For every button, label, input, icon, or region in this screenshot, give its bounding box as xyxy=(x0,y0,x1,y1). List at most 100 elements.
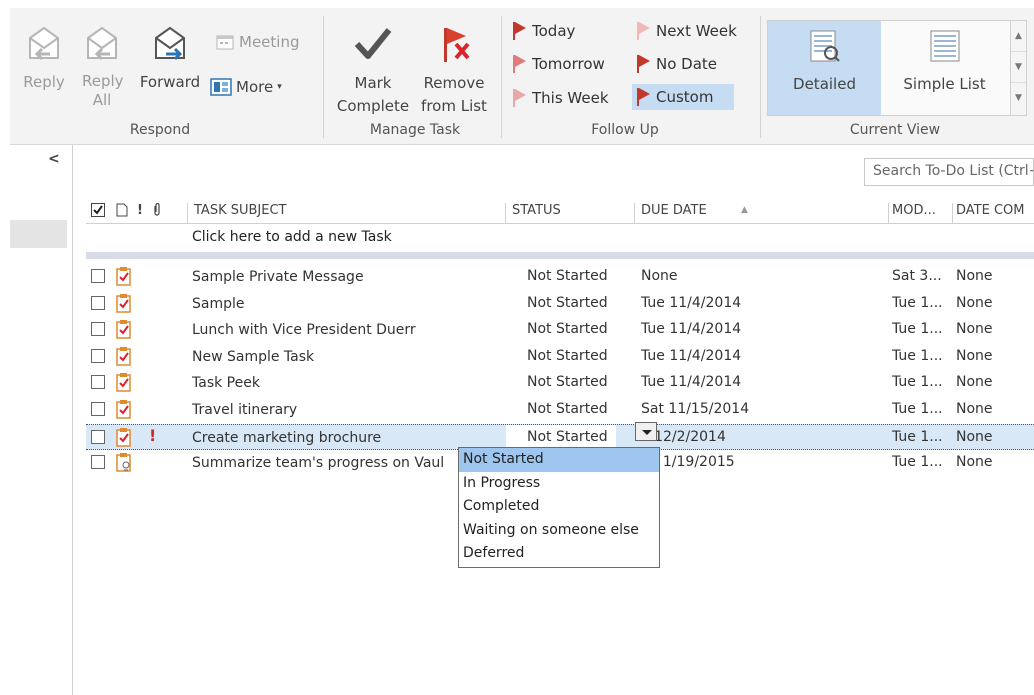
task-due-date: Tue 11/4/2014 xyxy=(641,374,742,391)
follow-up-custom[interactable]: Custom xyxy=(632,84,734,110)
search-input[interactable]: Search To-Do List (Ctrl+E) xyxy=(864,158,1034,186)
task-date-completed: None xyxy=(956,428,993,445)
task-date-completed: None xyxy=(956,454,993,471)
flag-icon xyxy=(512,55,526,73)
column-status[interactable]: STATUS xyxy=(512,203,561,218)
column-task-subject[interactable]: TASK SUBJECT xyxy=(194,203,287,218)
column-modified[interactable]: MOD... xyxy=(892,203,936,218)
column-date-completed[interactable]: DATE COM xyxy=(956,203,1024,218)
task-status[interactable]: Not Started xyxy=(527,401,608,417)
task-due-date: Tue 11/4/2014 xyxy=(641,347,742,364)
task-complete-checkbox[interactable] xyxy=(91,348,105,363)
task-complete-checkbox[interactable] xyxy=(91,429,105,444)
task-row[interactable]: Sample Private Message Not Started None Sat… xyxy=(86,264,1034,290)
follow-up-tomorrow[interactable]: Tomorrow xyxy=(508,51,609,77)
importance-column-icon[interactable]: ! xyxy=(137,203,143,218)
task-due-date: Sat 11/15/2014 xyxy=(641,401,750,417)
task-status[interactable]: Not Started xyxy=(527,348,608,364)
nav-pane-selected-item[interactable] xyxy=(10,220,67,248)
task-modified: Tue 1... xyxy=(892,347,943,364)
task-complete-checkbox[interactable] xyxy=(91,295,105,310)
task-subject: Create marketing brochure xyxy=(192,429,382,446)
view-detailed-label: Detailed xyxy=(793,75,856,93)
complete-column-icon[interactable] xyxy=(91,203,105,221)
simple-list-icon xyxy=(930,30,959,62)
status-edit-field[interactable]: Not Started xyxy=(506,424,616,449)
task-complete-checkbox[interactable] xyxy=(91,322,105,337)
task-modified: Tue 1... xyxy=(892,374,943,391)
task-complete-checkbox[interactable] xyxy=(91,269,105,283)
task-status[interactable]: Not Started xyxy=(527,374,608,390)
task-subject: Travel itinerary xyxy=(192,402,298,418)
flag-icon xyxy=(636,22,650,40)
task-complete-checkbox[interactable] xyxy=(91,402,105,416)
task-row[interactable]: ! Create marketing brochure Not Started e 1… xyxy=(86,423,1034,450)
ribbon: Reply Reply All Forward Meeting More ▾ R… xyxy=(10,8,1034,145)
view-gallery-scroller[interactable]: ▲ ▼ ▼ xyxy=(1010,21,1026,115)
reply-icon xyxy=(29,26,59,61)
group-separator xyxy=(501,16,502,138)
task-complete-checkbox[interactable] xyxy=(91,375,105,390)
task-complete-checkbox[interactable] xyxy=(91,455,105,470)
follow-up-group-label: Follow Up xyxy=(591,122,659,138)
reply-all-button[interactable]: Reply All xyxy=(78,24,126,110)
remove-from-list-label: Remove from List xyxy=(421,74,487,115)
collapse-nav-icon[interactable]: < xyxy=(48,151,60,167)
task-subject: Summarize team's progress on Vaul xyxy=(192,455,445,472)
task-status[interactable]: Not Started xyxy=(527,268,608,284)
forward-button[interactable]: Forward xyxy=(138,24,202,92)
task-status[interactable]: Not Started xyxy=(527,321,608,337)
view-gallery: Detailed Simple List ▲ ▼ ▼ xyxy=(767,20,1027,116)
column-due-date[interactable]: DUE DATE xyxy=(641,203,707,218)
remove-from-list-button[interactable]: Remove from List xyxy=(414,24,494,118)
task-row[interactable]: Lunch with Vice President Duerr Not Start… xyxy=(86,317,1034,343)
status-option-deferred[interactable]: Deferred xyxy=(459,542,659,566)
flag-icon xyxy=(512,89,526,107)
add-task-divider xyxy=(86,252,1034,259)
current-view-group-label: Current View xyxy=(849,122,941,138)
add-new-task-row[interactable]: Click here to add a new Task xyxy=(192,229,392,245)
remove-flag-icon xyxy=(444,28,470,62)
follow-up-this-week[interactable]: This Week xyxy=(508,85,613,111)
mark-complete-button[interactable]: Mark Complete xyxy=(332,24,414,118)
status-option-in-progress[interactable]: In Progress xyxy=(459,472,659,496)
status-option-not-started[interactable]: Not Started xyxy=(459,448,659,472)
status-dropdown-button[interactable] xyxy=(635,422,657,441)
task-icon xyxy=(116,400,131,419)
task-modified: Tue 1... xyxy=(892,454,943,471)
task-subject: Lunch with Vice President Duerr xyxy=(192,322,416,339)
scroll-up-icon[interactable]: ▲ xyxy=(1011,21,1026,52)
reply-all-icon xyxy=(87,26,117,61)
flag-icon xyxy=(512,22,526,40)
task-status[interactable]: Not Started xyxy=(527,295,608,311)
flag-icon xyxy=(636,55,650,73)
status-option-completed[interactable]: Completed xyxy=(459,495,659,519)
view-detailed[interactable]: Detailed xyxy=(768,21,881,115)
status-option-waiting[interactable]: Waiting on someone else xyxy=(459,519,659,543)
more-icon xyxy=(210,78,232,96)
follow-up-no-date[interactable]: No Date xyxy=(632,51,721,77)
task-row[interactable]: New Sample Task Not Started Tue 11/4/2014 T… xyxy=(86,344,1034,370)
follow-up-today[interactable]: Today xyxy=(508,18,579,44)
view-simple-list[interactable]: Simple List xyxy=(888,21,1001,115)
scroll-down-icon[interactable]: ▼ xyxy=(1011,52,1026,83)
more-button[interactable]: More ▾ xyxy=(210,77,282,97)
task-icon xyxy=(116,346,131,366)
group-separator xyxy=(760,16,761,138)
task-date-completed: None xyxy=(956,268,993,284)
expand-gallery-icon[interactable]: ▼ xyxy=(1011,83,1026,114)
sort-ascending-icon: ▲ xyxy=(741,205,748,215)
task-row[interactable]: Sample Not Started Tue 11/4/2014 Tue 1... No… xyxy=(86,291,1034,317)
attachment-column-icon[interactable] xyxy=(152,202,162,221)
task-row[interactable]: Task Peek Not Started Tue 11/4/2014 Tue 1..… xyxy=(86,370,1034,396)
follow-up-next-week[interactable]: Next Week xyxy=(632,18,741,44)
reply-button[interactable]: Reply xyxy=(20,24,68,92)
task-icon xyxy=(116,267,131,286)
task-date-completed: None xyxy=(956,374,993,391)
task-modified: Tue 1... xyxy=(892,321,943,338)
task-row[interactable]: Travel itinerary Not Started Sat 11/15/201… xyxy=(86,397,1034,423)
column-header-row: ! TASK SUBJECT STATUS DUE DATE ▲ MOD... … xyxy=(86,198,1034,224)
meeting-button[interactable]: Meeting xyxy=(216,32,299,52)
item-type-column-icon[interactable] xyxy=(116,203,128,221)
follow-up-tomorrow-label: Tomorrow xyxy=(532,55,605,73)
